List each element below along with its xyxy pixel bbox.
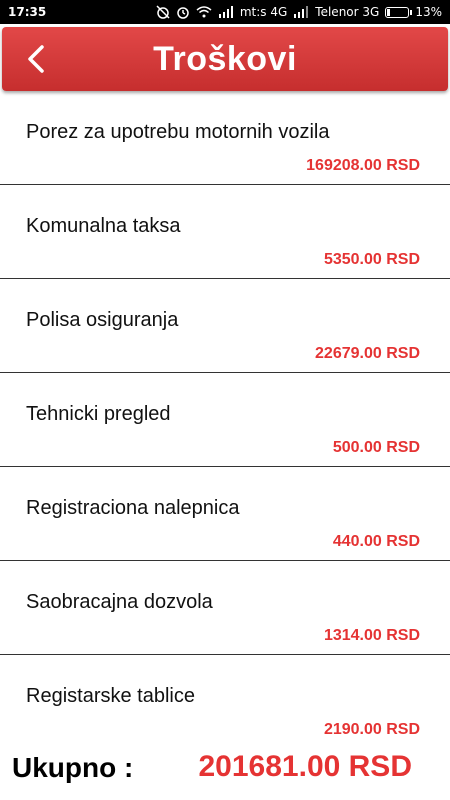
carrier-2: Telenor 3G <box>315 5 380 19</box>
signal-icon <box>218 6 234 18</box>
status-bar: 17:35 mt:s 4G Telenor 3G 13% <box>0 0 450 24</box>
expense-list: Porez za upotrebu motornih vozila 169208… <box>0 91 450 749</box>
signal-icon <box>293 6 309 18</box>
item-label: Porez za upotrebu motornih vozila <box>26 121 330 143</box>
wifi-icon <box>196 6 212 18</box>
item-amount: 440.00 RSD <box>332 533 420 550</box>
chevron-left-icon <box>28 45 44 73</box>
page-title: Troškovi <box>153 39 297 78</box>
battery-percent: 13% <box>415 5 442 19</box>
total-label: Ukupno : <box>12 752 134 783</box>
item-amount: 22679.00 RSD <box>315 345 420 362</box>
item-label: Polisa osiguranja <box>26 309 179 331</box>
item-amount: 169208.00 RSD <box>306 157 420 174</box>
list-item[interactable]: Porez za upotrebu motornih vozila 169208… <box>0 91 450 185</box>
list-item[interactable]: Registarske tablice 2190.00 RSD <box>0 655 450 749</box>
battery-icon <box>385 6 413 18</box>
alarm-off-icon <box>156 5 170 19</box>
item-amount: 2190.00 RSD <box>323 721 420 738</box>
list-item[interactable]: Saobracajna dozvola 1314.00 RSD <box>0 561 450 655</box>
item-amount: 500.00 RSD <box>332 439 420 456</box>
carrier-1: mt:s 4G <box>239 5 288 19</box>
total-value: 201681.00 RSD <box>198 750 413 783</box>
item-label: Registraciona nalepnica <box>26 497 240 519</box>
status-time: 17:35 <box>8 5 47 19</box>
item-label: Saobracajna dozvola <box>26 591 213 613</box>
list-item[interactable]: Komunalna taksa 5350.00 RSD <box>0 185 450 279</box>
alarm-icon <box>176 5 190 19</box>
back-button[interactable] <box>22 41 50 77</box>
item-amount: 5350.00 RSD <box>323 251 420 268</box>
item-label: Komunalna taksa <box>26 215 181 237</box>
item-label: Tehnicki pregled <box>26 403 171 425</box>
list-item[interactable]: Tehnicki pregled 500.00 RSD <box>0 373 450 467</box>
list-item[interactable]: Polisa osiguranja 22679.00 RSD <box>0 279 450 373</box>
app-bar: Troškovi <box>2 27 448 91</box>
list-item[interactable]: Registraciona nalepnica 440.00 RSD <box>0 467 450 561</box>
item-amount: 1314.00 RSD <box>323 627 420 644</box>
item-label: Registarske tablice <box>26 685 195 707</box>
status-right: mt:s 4G Telenor 3G 13% <box>156 5 442 19</box>
total-bar: Ukupno : 201681.00 RSD <box>0 738 450 798</box>
